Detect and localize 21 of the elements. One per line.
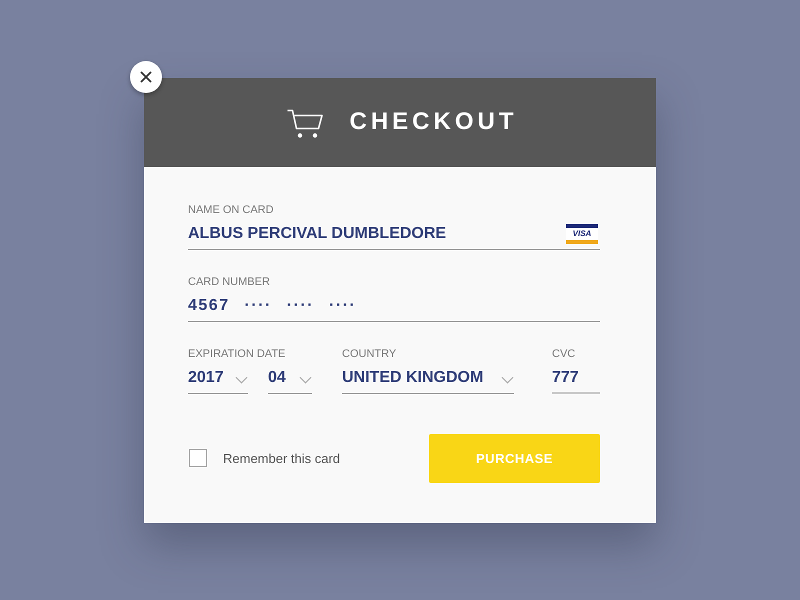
field-label: COUNTRY [342,348,398,360]
month-dropdown[interactable]: 04 [268,368,312,394]
chevron-down-icon [235,376,248,384]
close-button[interactable] [130,60,162,92]
field-label: CVC [552,348,576,360]
field-label: EXPIRATION DATE [188,348,286,360]
field-label: NAME ON CARD [188,204,275,216]
close-icon [140,70,152,82]
chevron-down-icon [299,376,312,384]
field-label: CARD NUMBER [188,276,271,288]
checkbox-label[interactable]: Remember this card [223,450,340,466]
cvc-input[interactable]: 777 [552,368,600,394]
chevron-down-icon [501,376,514,384]
remember-checkbox[interactable] [189,449,207,467]
card-logo: VISA [566,224,598,244]
dialog-title: CHECKOUT [350,108,518,136]
cart-icon [286,108,322,138]
name-input[interactable]: ALBUS PERCIVAL DUMBLEDORE VISA [188,224,600,250]
country-dropdown[interactable]: UNITED KINGDOM [342,368,514,394]
year-dropdown[interactable]: 2017 [188,368,248,394]
card-number-input[interactable]: 4567 ···· ···· ···· [188,296,600,322]
